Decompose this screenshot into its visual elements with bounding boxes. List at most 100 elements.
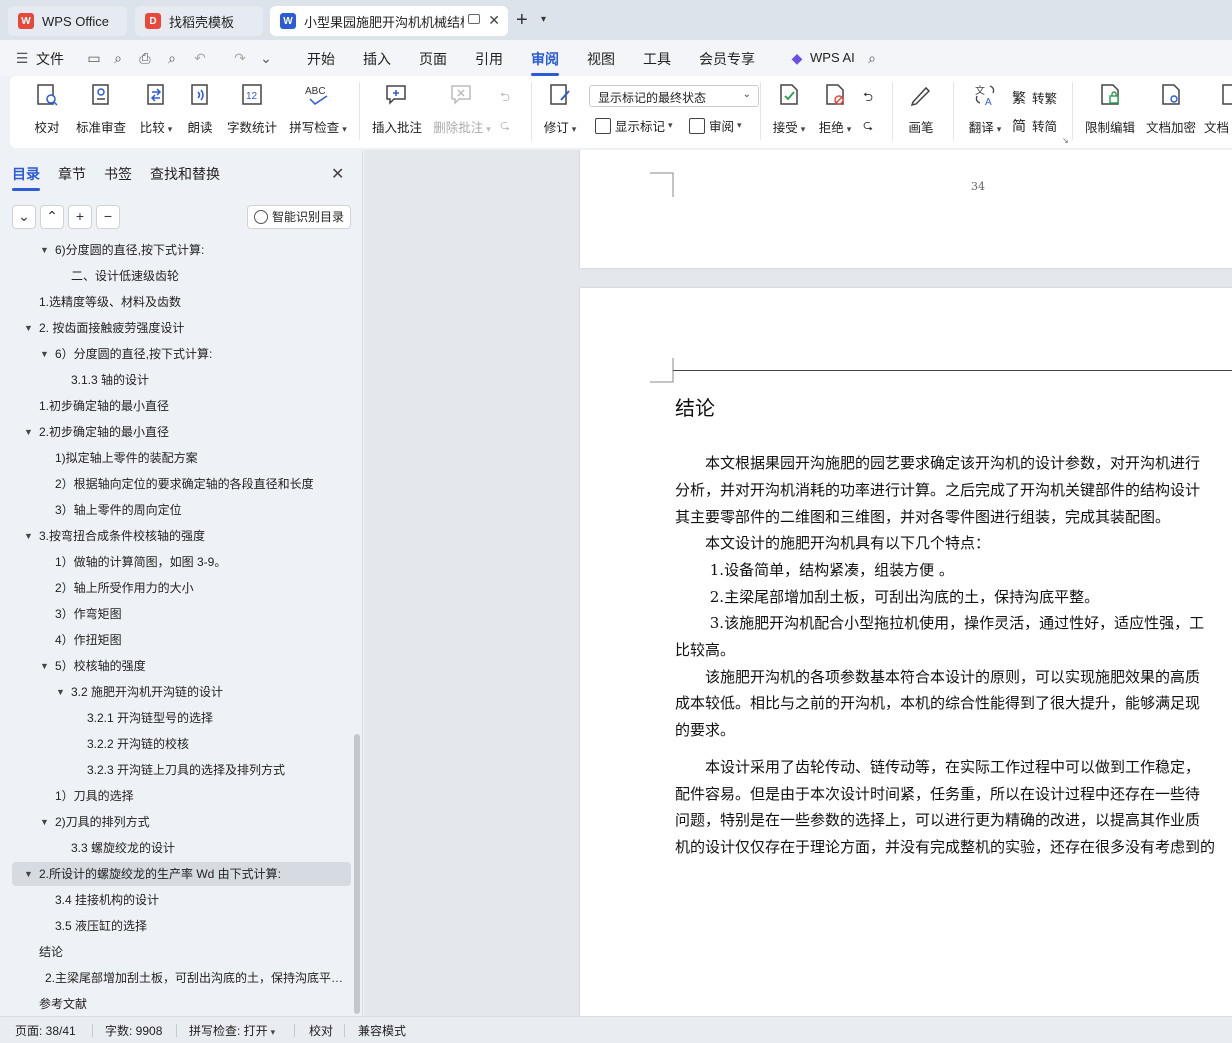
word-count-indicator[interactable]: 字数: 9908 — [105, 1022, 162, 1039]
toc-item[interactable]: 1.选精度等级、材料及齿数 — [0, 290, 352, 314]
menu-tools[interactable]: 工具 — [643, 49, 671, 69]
toc-item[interactable]: 参考文献 — [0, 992, 352, 1016]
tab-document[interactable]: W 小型果园施肥开沟机机械结构 ✕ — [270, 6, 508, 36]
collapse-triangle-icon[interactable]: ▼ — [24, 524, 33, 548]
close-icon[interactable]: ✕ — [331, 164, 344, 184]
toc-item[interactable]: 2）根据轴向定位的要求确定轴的各段直径和长度 — [0, 472, 352, 496]
toc-item[interactable]: 1）刀具的选择 — [0, 784, 352, 808]
print-icon[interactable]: ⎙ — [137, 50, 153, 66]
toc-item[interactable]: 二、设计低速级齿轮 — [0, 264, 352, 288]
menu-start[interactable]: 开始 — [307, 49, 335, 69]
toc-item[interactable]: 3.2.1 开沟链型号的选择 — [0, 706, 352, 730]
toc-item[interactable]: 3.2.3 开沟链上刀具的选择及排列方式 — [0, 758, 352, 782]
toc-item[interactable]: 3.3 螺旋绞龙的设计 — [0, 836, 352, 860]
expand-down-button[interactable]: ⌄ — [12, 205, 36, 229]
revise-button[interactable]: 修订 ▾ — [540, 82, 580, 136]
menu-reference[interactable]: 引用 — [475, 49, 503, 69]
toc-item[interactable]: 3.1.3 轴的设计 — [0, 368, 352, 392]
print-preview-icon[interactable]: ⌕ — [164, 50, 180, 66]
smart-toc-button[interactable]: 智能识别目录 — [247, 205, 351, 229]
tab-sections[interactable]: 章节 — [58, 164, 86, 184]
window-icon[interactable] — [468, 14, 480, 24]
toc-item[interactable]: ▼ 2.所设计的螺旋绞龙的生产率 Wd 由下式计算: — [12, 862, 351, 886]
hamburger-icon[interactable]: ☰ — [14, 50, 30, 66]
toc-item[interactable]: ▼ 2.初步确定轴的最小直径 — [0, 420, 352, 444]
collapse-triangle-icon[interactable]: ▼ — [24, 420, 33, 444]
toc-item[interactable]: 4）作扭矩图 — [0, 628, 352, 652]
toc-item[interactable]: ▼ 2. 按齿面接触疲劳强度设计 — [0, 316, 352, 340]
toc-item[interactable]: ▼ 6)分度圆的直径,按下式计算: — [0, 240, 352, 262]
spell-check-button[interactable]: ABC 拼写检查 ▾ — [286, 82, 350, 136]
previous-comment-icon[interactable]: ⮌ — [500, 88, 510, 109]
toc-item[interactable]: 1）做轴的计算简图，如图 3-9。 — [0, 550, 352, 574]
menu-insert[interactable]: 插入 — [363, 49, 391, 69]
add-level-button[interactable]: + — [68, 205, 92, 229]
proof-indicator[interactable]: 校对 — [309, 1022, 333, 1039]
collapse-up-button[interactable]: ⌃ — [40, 205, 64, 229]
toc-item[interactable]: ▼ 3.按弯扭合成条件校核轴的强度 — [0, 524, 352, 548]
restrict-edit-button[interactable]: 限制编辑 — [1082, 82, 1138, 136]
toc-item[interactable]: 1)拟定轴上零件的装配方案 — [0, 446, 352, 470]
save-icon[interactable]: ▭ — [86, 50, 102, 66]
document-page[interactable]: 结论 本文根据果园开沟施肥的园艺要求确定该开沟机的设计参数，对开沟机进行 分析，… — [580, 288, 1232, 1016]
spell-check-indicator[interactable]: 拼写检查: 打开 ▾ — [189, 1022, 275, 1039]
delete-comment-button[interactable]: 删除批注 ▾ — [431, 82, 493, 136]
search-icon[interactable]: ⌕ — [864, 50, 880, 66]
remove-level-button[interactable]: − — [96, 205, 120, 229]
toc-item[interactable]: 1.初步确定轴的最小直径 — [0, 394, 352, 418]
toc-item[interactable]: 3）作弯矩图 — [0, 602, 352, 626]
toc-item[interactable]: 3.5 液压缸的选择 — [0, 914, 352, 938]
redo-icon[interactable]: ↷ — [232, 50, 248, 66]
menu-view[interactable]: 视图 — [587, 49, 615, 69]
word-count-button[interactable]: 12 字数统计 — [225, 82, 279, 136]
doc-encrypt-button[interactable]: 文档加密 — [1144, 82, 1198, 136]
collapse-triangle-icon[interactable]: ▼ — [56, 680, 65, 704]
scrollbar-thumb[interactable] — [354, 734, 360, 1014]
translate-button[interactable]: 文A 翻译 ▾ — [965, 82, 1005, 136]
compare-button[interactable]: 比较 ▾ — [135, 82, 177, 136]
toc-item[interactable]: ▼ 5）校核轴的强度 — [0, 654, 352, 678]
toc-item[interactable]: 3）轴上零件的周向定位 — [0, 498, 352, 522]
review-pane-button[interactable]: 审阅 ▾ — [689, 116, 742, 135]
menu-wps-ai[interactable]: WPS AI — [810, 50, 855, 65]
more-chevron-icon[interactable]: ⌄ — [258, 50, 274, 66]
tab-toc[interactable]: 目录 — [12, 164, 40, 191]
to-simplified-button[interactable]: 简 转简 — [1012, 116, 1057, 135]
reject-button[interactable]: 拒绝 ▾ — [816, 82, 854, 136]
chevron-down-icon[interactable]: ▾ — [541, 14, 546, 25]
menu-member[interactable]: 会员专享 — [699, 49, 755, 69]
toc-item[interactable]: 2）轴上所受作用力的大小 — [0, 576, 352, 600]
toc-item[interactable]: ▼ 2)刀具的排列方式 — [0, 810, 352, 834]
toc-item[interactable]: 3.2.2 开沟链的校核 — [0, 732, 352, 756]
export-icon[interactable]: ⌕ — [110, 50, 126, 66]
doc-more-button[interactable]: 文档 — [1204, 82, 1232, 136]
collapse-triangle-icon[interactable]: ▼ — [40, 810, 49, 834]
toc-item[interactable]: 结论 — [0, 940, 352, 964]
proofread-button[interactable]: 校对 — [32, 82, 62, 136]
insert-comment-button[interactable]: 插入批注 — [370, 82, 424, 136]
show-markup-button[interactable]: 显示标记 ▾ — [595, 116, 673, 135]
to-traditional-button[interactable]: 繁 转繁 — [1012, 88, 1057, 107]
previous-change-icon[interactable]: ⮌ — [863, 88, 873, 109]
read-aloud-button[interactable]: 朗读 — [186, 82, 214, 136]
next-change-icon[interactable]: ⮎ — [863, 116, 873, 137]
next-comment-icon[interactable]: ⮎ — [500, 116, 510, 137]
menu-page[interactable]: 页面 — [419, 49, 447, 69]
tab-bookmarks[interactable]: 书签 — [104, 164, 132, 184]
display-state-select[interactable]: 显示标记的最终状态 ⌄ — [589, 85, 759, 107]
menu-file[interactable]: 文件 — [36, 49, 64, 69]
tab-template[interactable]: D 找稻壳模板 — [135, 6, 263, 36]
toc-item[interactable]: ▼ 6）分度圆的直径,按下式计算: — [0, 342, 352, 366]
tab-find-replace[interactable]: 查找和替换 — [150, 164, 220, 184]
tab-wps-office[interactable]: W WPS Office — [8, 6, 127, 36]
expand-corner-icon[interactable]: ↘ — [1062, 136, 1069, 145]
collapse-triangle-icon[interactable]: ▼ — [24, 316, 33, 340]
pen-button[interactable]: 画笔 — [906, 82, 936, 136]
collapse-triangle-icon[interactable]: ▼ — [40, 654, 49, 678]
document-page[interactable]: 34 — [580, 150, 1232, 268]
close-tab-icon[interactable]: ✕ — [488, 12, 500, 29]
document-area[interactable]: 34 结论 本文根据果园开沟施肥的园艺要求确定该开沟机的设计参数，对开沟机进行 … — [364, 150, 1232, 1016]
new-tab-icon[interactable]: + — [516, 9, 528, 32]
standard-review-button[interactable]: 标准审查 — [74, 82, 128, 136]
toc-item[interactable]: 3.4 挂接机构的设计 — [0, 888, 352, 912]
